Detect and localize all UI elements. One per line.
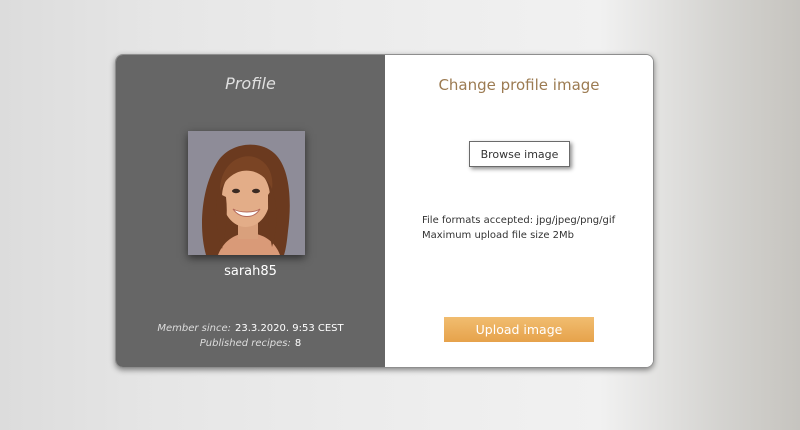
upload-image-button[interactable]: Upload image — [444, 317, 594, 342]
member-since-row: Member since: 23.3.2020. 9:53 CEST — [116, 321, 385, 336]
browse-image-button[interactable]: Browse image — [469, 141, 570, 167]
file-formats-text: File formats accepted: jpg/jpeg/png/gif — [422, 215, 616, 226]
published-recipes-label: Published recipes: — [199, 338, 291, 349]
change-image-heading: Change profile image — [438, 76, 600, 94]
max-size-text: Maximum upload file size 2Mb — [422, 230, 575, 241]
profile-photo — [188, 131, 305, 255]
profile-card: Profile sarah85 Member since: 23.3.2020.… — [115, 54, 654, 368]
file-requirements: File formats accepted: jpg/jpeg/png/gif … — [422, 213, 615, 243]
username: sarah85 — [224, 264, 277, 279]
change-image-panel: Change profile image Browse image File f… — [385, 55, 653, 367]
avatar — [188, 131, 305, 255]
published-recipes-row: Published recipes: 8 — [116, 336, 385, 351]
profile-meta: Member since: 23.3.2020. 9:53 CEST Publis… — [116, 321, 385, 351]
profile-panel: Profile sarah85 Member since: 23.3.2020.… — [116, 55, 385, 367]
member-since-value: 23.3.2020. 9:53 CEST — [235, 323, 344, 334]
profile-title: Profile — [225, 74, 276, 93]
published-recipes-value: 8 — [294, 338, 302, 349]
member-since-label: Member since: — [157, 323, 231, 334]
